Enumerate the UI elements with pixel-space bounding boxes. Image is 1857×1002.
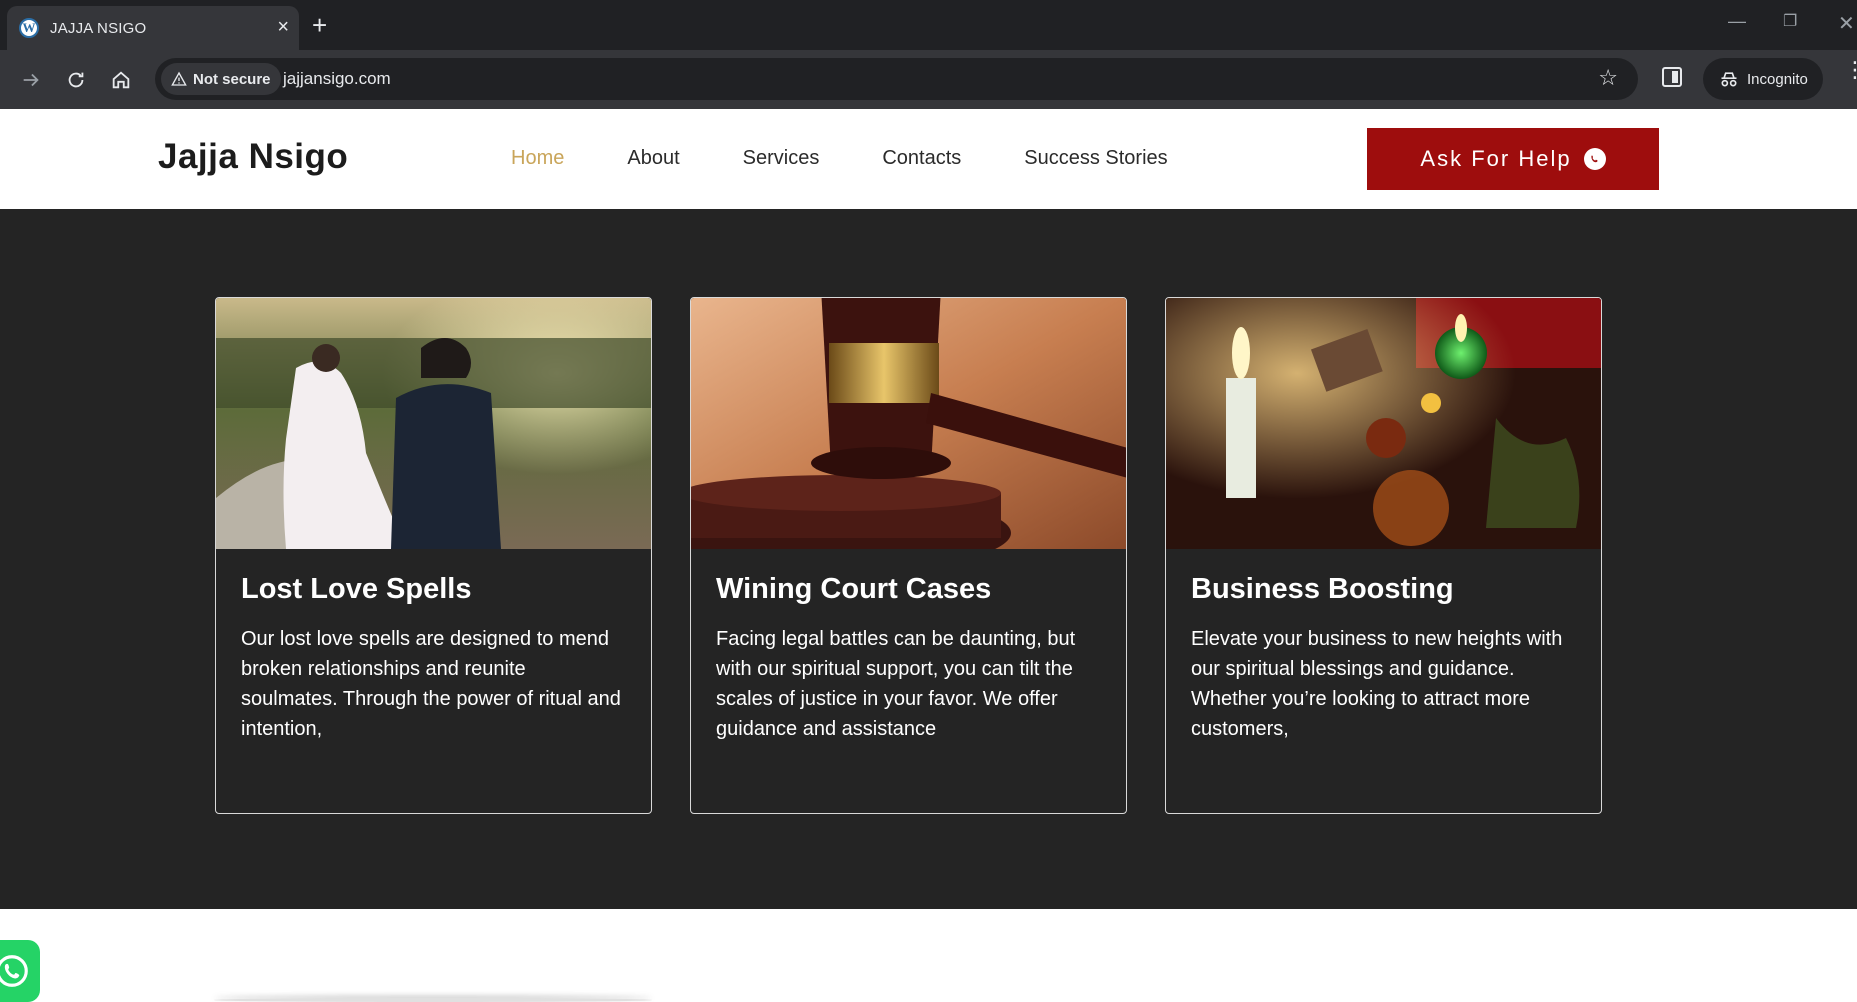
nav-contacts[interactable]: Contacts xyxy=(882,147,961,170)
service-card[interactable]: Lost Love Spells Our lost love spells ar… xyxy=(215,297,652,814)
home-button[interactable] xyxy=(105,64,137,96)
card-title: Business Boosting xyxy=(1191,573,1454,605)
reload-button[interactable] xyxy=(60,64,92,96)
url-text[interactable]: jajjansigo.com xyxy=(283,69,391,89)
new-tab-button[interactable]: + xyxy=(312,10,327,40)
nav-about[interactable]: About xyxy=(627,147,679,170)
nav-home[interactable]: Home xyxy=(511,147,564,170)
services-section: Lost Love Spells Our lost love spells ar… xyxy=(0,209,1857,909)
service-card[interactable]: Business Boosting Elevate your business … xyxy=(1165,297,1602,814)
home-icon xyxy=(112,71,130,89)
incognito-label: Incognito xyxy=(1747,70,1808,88)
nav-success-stories[interactable]: Success Stories xyxy=(1024,147,1167,170)
main-nav: Home About Services Contacts Success Sto… xyxy=(511,147,1231,170)
browser-menu-icon[interactable]: ⋮ xyxy=(1844,59,1857,81)
wedding-couple-image xyxy=(216,298,651,549)
incognito-chip[interactable]: Incognito xyxy=(1703,58,1823,100)
minimize-icon[interactable]: — xyxy=(1728,11,1746,32)
wordpress-favicon-icon: W xyxy=(19,18,39,38)
ask-for-help-label: Ask For Help xyxy=(1420,146,1572,171)
service-card[interactable]: Wining Court Cases Facing legal battles … xyxy=(690,297,1127,814)
browser-tab[interactable]: W JAJJA NSIGO × xyxy=(7,6,299,50)
close-window-icon[interactable]: ✕ xyxy=(1838,11,1855,36)
bookmark-star-icon[interactable]: ☆ xyxy=(1598,65,1618,91)
card-title: Lost Love Spells xyxy=(241,573,472,605)
arrow-right-icon xyxy=(23,73,39,87)
nav-services[interactable]: Services xyxy=(743,147,820,170)
reload-icon xyxy=(68,72,84,88)
address-bar[interactable]: Not secure jajjansigo.com ☆ xyxy=(155,58,1638,100)
site-logo-text[interactable]: Jajja Nsigo xyxy=(158,137,348,177)
tab-title: JAJJA NSIGO xyxy=(50,19,147,37)
next-card-shadow xyxy=(214,998,652,1002)
card-text: Elevate your business to new heights wit… xyxy=(1191,628,1563,740)
warning-icon xyxy=(171,71,187,86)
card-text: Our lost love spells are designed to men… xyxy=(241,628,621,740)
forward-button[interactable] xyxy=(15,64,47,96)
incognito-icon xyxy=(1721,72,1737,87)
side-panel-icon[interactable] xyxy=(1662,67,1682,87)
candles-ritual-image xyxy=(1166,298,1601,549)
site-header: Jajja Nsigo Home About Services Contacts… xyxy=(0,109,1857,209)
security-chip[interactable]: Not secure xyxy=(161,63,281,95)
restore-icon[interactable]: ❐ xyxy=(1783,11,1797,31)
security-label: Not secure xyxy=(193,70,271,88)
card-title: Wining Court Cases xyxy=(716,573,992,605)
whatsapp-icon xyxy=(1583,148,1606,170)
browser-toolbar: Not secure jajjansigo.com ☆ Incognito ⋮ xyxy=(0,50,1857,109)
browser-tab-strip: W JAJJA NSIGO × + — ❐ ✕ xyxy=(0,0,1857,50)
ask-for-help-button[interactable]: Ask For Help xyxy=(1367,128,1659,190)
judge-gavel-image xyxy=(691,298,1126,549)
whatsapp-icon xyxy=(0,955,28,987)
card-text: Facing legal battles can be daunting, bu… xyxy=(716,628,1076,740)
whatsapp-float-button[interactable] xyxy=(0,940,40,1002)
tab-close-icon[interactable]: × xyxy=(277,17,289,37)
